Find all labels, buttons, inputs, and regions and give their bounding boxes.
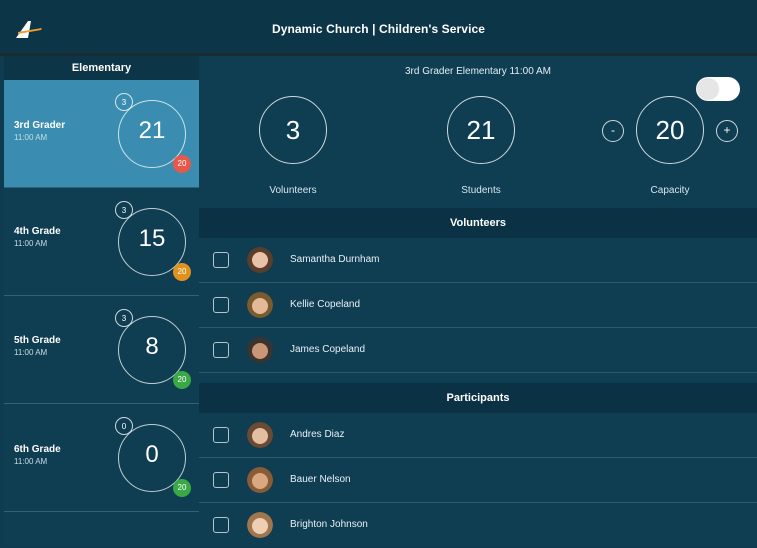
decrease-capacity-button[interactable]: - xyxy=(602,120,624,142)
participant-checkbox[interactable] xyxy=(213,517,229,533)
class-count-ring: 0 0 20 xyxy=(115,417,191,497)
student-count: 0 xyxy=(145,441,159,468)
volunteer-checkbox[interactable] xyxy=(213,297,229,313)
class-detail-title: 3rd Grader Elementary 11:00 AM xyxy=(405,66,551,77)
volunteers-section-header: Volunteers xyxy=(199,208,757,238)
avatar xyxy=(247,247,273,273)
class-detail-panel: 3rd Grader Elementary 11:00 AM 3 Volunte… xyxy=(199,56,757,546)
avatar xyxy=(247,422,273,448)
students-stat-label: Students xyxy=(461,185,501,196)
class-sidebar: Elementary 3rd Grader 11:00 AM 21 3 20 4… xyxy=(4,56,199,546)
class-time: 11:00 AM xyxy=(14,348,48,357)
class-count-ring: 21 3 20 xyxy=(115,93,191,173)
class-name: 4th Grade xyxy=(14,226,61,237)
participant-row[interactable]: Andres Diaz xyxy=(199,413,757,458)
volunteer-row[interactable]: Samantha Durnham xyxy=(199,238,757,283)
avatar xyxy=(247,292,273,318)
participant-checkbox[interactable] xyxy=(213,427,229,443)
class-item-3rd-grader[interactable]: 3rd Grader 11:00 AM 21 3 20 xyxy=(4,80,199,188)
capacity-stat: 20 xyxy=(636,96,704,164)
volunteers-stat: 3 xyxy=(259,96,327,164)
avatar xyxy=(247,467,273,493)
class-time: 11:00 AM xyxy=(14,133,48,142)
volunteer-count-badge: 3 xyxy=(115,93,133,111)
capacity-stat-label: Capacity xyxy=(650,185,690,196)
class-count-ring: 15 3 20 xyxy=(115,201,191,281)
increase-capacity-button[interactable]: + xyxy=(716,120,738,142)
volunteers-stat-label: Volunteers xyxy=(269,185,317,196)
class-time: 11:00 AM xyxy=(14,239,48,248)
volunteer-name: Kellie Copeland xyxy=(290,299,361,310)
volunteer-checkbox[interactable] xyxy=(213,252,229,268)
volunteer-count-badge: 3 xyxy=(115,201,133,219)
toggle-switch[interactable] xyxy=(696,77,740,101)
student-count: 8 xyxy=(145,333,159,360)
class-item-4th-grade[interactable]: 4th Grade 11:00 AM 15 3 20 xyxy=(4,188,199,296)
class-time: 11:00 AM xyxy=(14,457,48,466)
participant-name: Andres Diaz xyxy=(290,429,345,440)
participant-name: Brighton Johnson xyxy=(290,519,368,530)
capacity-badge: 20 xyxy=(173,371,191,389)
class-item-5th-grade[interactable]: 5th Grade 11:00 AM 8 3 20 xyxy=(4,296,199,404)
participant-name: Bauer Nelson xyxy=(290,474,351,485)
participant-row[interactable]: Brighton Johnson xyxy=(199,503,757,548)
class-item-6th-grade[interactable]: 6th Grade 11:00 AM 0 0 20 xyxy=(4,404,199,512)
volunteer-row[interactable]: James Copeland xyxy=(199,328,757,373)
volunteer-checkbox[interactable] xyxy=(213,342,229,358)
top-bar: Dynamic Church | Children's Service xyxy=(0,0,757,56)
avatar xyxy=(247,512,273,538)
class-name: 6th Grade xyxy=(14,444,61,455)
volunteer-count-badge: 3 xyxy=(115,309,133,327)
capacity-badge: 20 xyxy=(173,155,191,173)
participant-checkbox[interactable] xyxy=(213,472,229,488)
sidebar-header: Elementary xyxy=(4,56,199,80)
class-name: 3rd Grader xyxy=(14,120,66,131)
participant-row[interactable]: Bauer Nelson xyxy=(199,458,757,503)
student-count: 15 xyxy=(138,225,166,252)
volunteer-name: James Copeland xyxy=(290,344,366,355)
capacity-badge: 20 xyxy=(173,479,191,497)
class-name: 5th Grade xyxy=(14,335,61,346)
volunteer-name: Samantha Durnham xyxy=(290,254,380,265)
toggle-knob xyxy=(698,79,718,99)
participants-section-header: Participants xyxy=(199,383,757,413)
capacity-badge: 20 xyxy=(173,263,191,281)
students-stat: 21 xyxy=(447,96,515,164)
avatar xyxy=(247,337,273,363)
app-title: Dynamic Church | Children's Service xyxy=(271,22,486,36)
student-count: 21 xyxy=(138,117,166,144)
class-count-ring: 8 3 20 xyxy=(115,309,191,389)
volunteer-count-badge: 0 xyxy=(115,417,133,435)
volunteer-row[interactable]: Kellie Copeland xyxy=(199,283,757,328)
